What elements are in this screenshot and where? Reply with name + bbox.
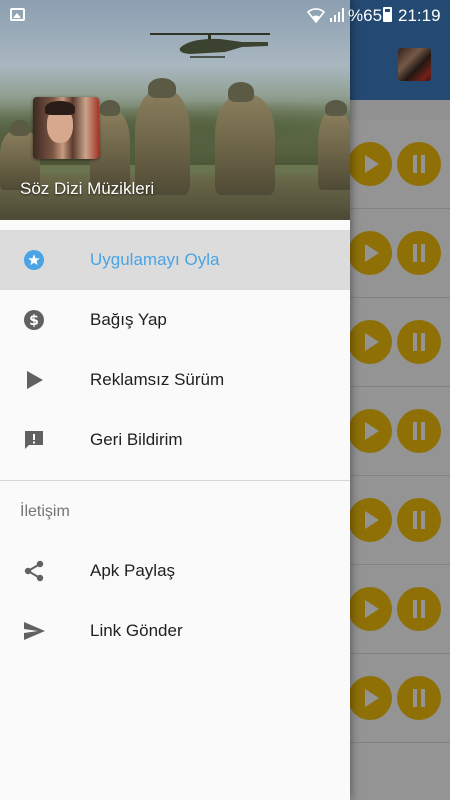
svg-text:$: $: [29, 313, 39, 329]
signal-icon: [330, 8, 344, 22]
soldier-helmet: [10, 120, 30, 136]
menu-item-ad-free[interactable]: Reklamsız Sürüm: [0, 350, 350, 410]
status-time: 21:19: [398, 6, 441, 25]
battery-percent: %65: [348, 6, 383, 25]
menu-item-donate[interactable]: $ Bağış Yap: [0, 290, 350, 350]
share-icon: [24, 560, 44, 582]
image-notification-icon: [10, 8, 25, 21]
feedback-icon: [25, 431, 43, 449]
wifi-icon: [306, 8, 326, 23]
menu-item-label: Reklamsız Sürüm: [90, 370, 225, 389]
soldier-helmet: [325, 100, 347, 116]
section-title-label: İletişim: [20, 503, 70, 520]
dollar-circle-icon: $: [24, 310, 44, 330]
play-icon: [27, 371, 43, 389]
soldier-helmet: [228, 82, 254, 102]
menu-item-rate-app[interactable]: Uygulamayı Oyla: [0, 230, 350, 290]
star-circle-icon: [24, 250, 44, 270]
app-logo-avatar: [33, 97, 99, 159]
menu-item-label: Uygulamayı Oyla: [90, 250, 220, 269]
menu-item-feedback[interactable]: Geri Bildirim: [0, 410, 350, 470]
avatar-hair: [45, 101, 75, 115]
menu-item-label: Apk Paylaş: [90, 561, 176, 580]
drawer-header-title: Söz Dizi Müzikleri: [20, 179, 155, 198]
section-title-contact: İletişim: [0, 481, 350, 533]
battery-icon: [383, 7, 392, 22]
soldier-helmet: [100, 100, 120, 116]
helicopter-image: [150, 33, 270, 58]
soldier-image: [215, 95, 275, 195]
menu-item-label: Bağış Yap: [90, 310, 167, 329]
menu-item-send-link[interactable]: Link Gönder: [0, 601, 350, 661]
drawer-header: Söz Dizi Müzikleri: [0, 0, 350, 220]
menu-item-label: Geri Bildirim: [90, 430, 183, 449]
drawer-menu: Uygulamayı Oyla $ Bağış Yap Reklamsız Sü…: [0, 230, 350, 661]
menu-item-label: Link Gönder: [90, 621, 183, 640]
status-bar: %65 21:19: [0, 0, 450, 30]
soldier-helmet: [148, 78, 176, 98]
send-icon: [24, 622, 45, 640]
navigation-drawer: Söz Dizi Müzikleri Uygulamayı Oyla $ Bağ…: [0, 0, 350, 800]
soldier-image: [318, 110, 350, 190]
menu-item-share-apk[interactable]: Apk Paylaş: [0, 541, 350, 601]
